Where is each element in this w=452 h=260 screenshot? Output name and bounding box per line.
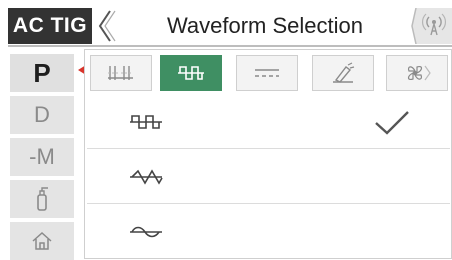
home-icon bbox=[32, 231, 52, 250]
dc-line-icon bbox=[255, 69, 279, 77]
waveform-option-triangle[interactable] bbox=[87, 150, 450, 204]
sidebar-item-label: -M bbox=[29, 144, 55, 169]
selected-checkmark bbox=[372, 108, 412, 138]
wireless-antenna-icon bbox=[411, 7, 452, 45]
sidebar-item-label: P bbox=[33, 57, 51, 88]
gas-cylinder-icon bbox=[37, 187, 48, 211]
sine-wave-icon bbox=[130, 226, 162, 238]
checkmark-icon bbox=[375, 111, 409, 135]
wireless-button[interactable] bbox=[410, 7, 452, 45]
tab-torch[interactable] bbox=[312, 55, 374, 91]
back-button[interactable] bbox=[96, 8, 118, 44]
sidebar-item-gas[interactable] bbox=[10, 180, 74, 218]
tab-dc[interactable] bbox=[236, 55, 298, 91]
torch-welding-icon bbox=[333, 62, 355, 83]
chevron-left-icon bbox=[98, 10, 116, 42]
square-waveform-icon bbox=[178, 66, 204, 80]
tab-waveform[interactable] bbox=[160, 55, 222, 91]
sidebar-item-d[interactable]: D bbox=[10, 96, 74, 134]
mode-label: AC TIG bbox=[8, 8, 92, 44]
fan-cooling-icon bbox=[407, 65, 431, 81]
sidebar-item-p[interactable]: P bbox=[10, 54, 74, 92]
page-title: Waveform Selection bbox=[166, 13, 364, 38]
sidebar-item-home[interactable] bbox=[10, 222, 74, 260]
pulse-parameters-icon bbox=[108, 66, 133, 80]
sidebar-item-m[interactable]: -M bbox=[10, 138, 74, 176]
tab-cooling[interactable] bbox=[386, 55, 448, 91]
waveform-option-sine[interactable] bbox=[87, 205, 450, 259]
square-wave-icon bbox=[130, 114, 162, 129]
tab-pulse-parameters[interactable] bbox=[90, 55, 152, 91]
triangle-wave-icon bbox=[130, 168, 163, 185]
header-divider bbox=[8, 45, 452, 47]
sidebar-item-label: D bbox=[34, 102, 50, 127]
